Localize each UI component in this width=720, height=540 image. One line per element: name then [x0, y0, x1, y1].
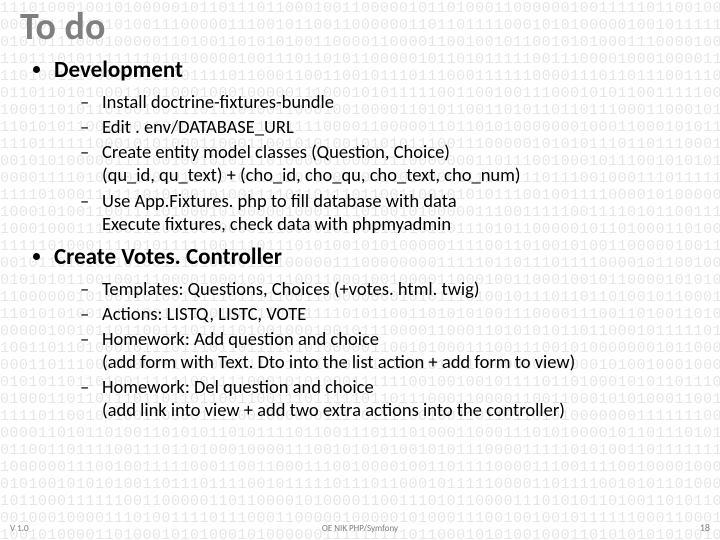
top-list: Development Install doctrine-fixtures-bu…: [20, 56, 700, 422]
section-heading: Development: [54, 56, 183, 84]
list-item: Create entity model classes (Question, C…: [102, 140, 700, 186]
item-text: Use App.Fixtures. php to fill database w…: [102, 189, 457, 212]
item-text: Homework: Del question and choice: [102, 375, 374, 398]
page-title: To do: [20, 4, 700, 50]
list-item: Edit . env/DATABASE_URL: [102, 115, 700, 138]
item-text: Create entity model classes (Question, C…: [102, 140, 450, 163]
sub-list: Install doctrine-fixtures-bundle Edit . …: [54, 90, 700, 235]
list-item: Actions: LISTQ, LISTC, VOTE: [102, 302, 700, 325]
list-item: Homework: Add question and choice (add f…: [102, 327, 700, 373]
slide-content: To do Development Install doctrine-fixtu…: [0, 0, 720, 540]
item-text: Actions: LISTQ, LISTC, VOTE: [102, 302, 306, 325]
item-cont: (add link into view + add two extra acti…: [102, 398, 700, 421]
item-text: Install doctrine-fixtures-bundle: [102, 90, 334, 113]
item-text: Homework: Add question and choice: [102, 327, 379, 350]
section-development: Development Install doctrine-fixtures-bu…: [54, 56, 700, 235]
list-item: Use App.Fixtures. php to fill database w…: [102, 189, 700, 235]
item-cont: (add form with Text. Dto into the list a…: [102, 350, 700, 373]
item-cont: (qu_id, qu_text) + (cho_id, cho_qu, cho_…: [102, 163, 700, 186]
item-text: Templates: Questions, Choices (+votes. h…: [102, 277, 480, 300]
item-cont: Execute fixtures, check data with phpmya…: [102, 212, 700, 235]
list-item: Install doctrine-fixtures-bundle: [102, 90, 700, 113]
list-item: Templates: Questions, Choices (+votes. h…: [102, 277, 700, 300]
section-heading: Create Votes. Controller: [54, 243, 282, 271]
list-item: Homework: Del question and choice (add l…: [102, 375, 700, 421]
sub-list: Templates: Questions, Choices (+votes. h…: [54, 277, 700, 422]
section-controller: Create Votes. Controller Templates: Ques…: [54, 243, 700, 422]
item-text: Edit . env/DATABASE_URL: [102, 115, 294, 138]
